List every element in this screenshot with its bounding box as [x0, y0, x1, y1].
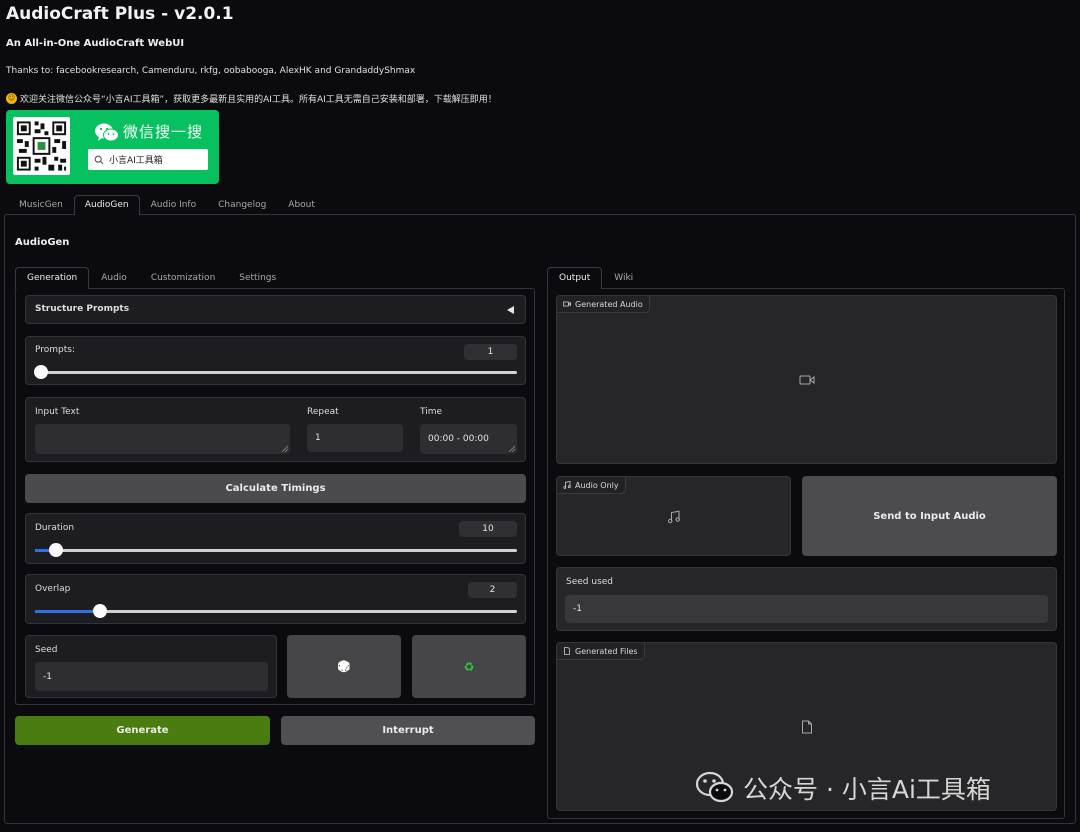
banner-search-box[interactable]: 小言AI工具箱: [88, 149, 208, 170]
video-icon: [563, 301, 571, 307]
wechat-watermark-icon: [695, 771, 734, 803]
wechat-banner[interactable]: 微信搜一搜 小言AI工具箱: [6, 110, 219, 184]
thanks-text: Thanks to: facebookresearch, Camenduru, …: [6, 66, 416, 76]
prompt-row-block: Input Text Repeat 1 Time 00:00 - 00:00: [25, 397, 526, 462]
file-placeholder-icon: [802, 720, 812, 734]
overlap-slider-track[interactable]: [35, 610, 517, 613]
tab-about[interactable]: About: [277, 195, 326, 215]
dice-icon: 🎲: [337, 660, 351, 673]
app-subtitle: An All-in-One AudioCraft WebUI: [6, 38, 185, 49]
overlap-label: Overlap: [35, 584, 71, 594]
seed-block: Seed -1: [25, 635, 277, 698]
generated-audio-chip: Generated Audio: [557, 296, 650, 313]
calculate-timings-button[interactable]: Calculate Timings: [25, 474, 526, 503]
output-panel: Generated Audio Audio Only Send to Input…: [547, 288, 1065, 819]
watermark: 公众号 · 小言Ai工具箱: [695, 770, 991, 806]
music-note-icon: [563, 481, 571, 489]
duration-slider-track[interactable]: [35, 549, 517, 552]
qr-code-icon: [13, 117, 70, 175]
right-tabbar: Output Wiki: [547, 267, 645, 289]
tab-musicgen[interactable]: MusicGen: [8, 195, 74, 215]
notice: ☺ 欢迎关注微信公众号“小言AI工具箱”，获取更多最新且实用的AI工具。所有AI…: [6, 92, 497, 105]
duration-label: Duration: [35, 523, 75, 533]
reuse-seed-button[interactable]: ♻: [412, 635, 526, 698]
generated-audio-block: Generated Audio: [556, 295, 1057, 464]
structure-prompts-accordion[interactable]: Structure Prompts: [25, 295, 526, 324]
smile-emoji-icon: ☺: [6, 93, 17, 104]
tab-output[interactable]: Output: [547, 267, 603, 289]
seed-input[interactable]: -1: [35, 662, 268, 691]
repeat-label: Repeat: [307, 407, 339, 417]
music-placeholder-icon: [668, 510, 680, 524]
resize-handle-icon[interactable]: [509, 446, 515, 452]
overlap-slider-block: Overlap 2: [25, 574, 526, 624]
banner-heading: 微信搜一搜: [123, 123, 204, 141]
tab-audio-info[interactable]: Audio Info: [140, 195, 207, 215]
audio-only-block: Audio Only: [556, 476, 791, 556]
send-to-input-audio-button[interactable]: Send to Input Audio: [802, 476, 1057, 556]
collapse-arrow-icon: [507, 306, 514, 314]
app-title: AudioCraft Plus - v2.0.1: [6, 4, 234, 24]
generated-audio-label: Generated Audio: [575, 299, 643, 309]
seed-used-block: Seed used -1: [556, 567, 1057, 631]
seed-label: Seed: [35, 645, 58, 655]
random-seed-button[interactable]: 🎲: [287, 635, 401, 698]
input-text-label: Input Text: [35, 407, 80, 417]
file-icon: [564, 647, 570, 655]
duration-slider-block: Duration 10: [25, 513, 526, 564]
tab-audiogen[interactable]: AudioGen: [73, 195, 140, 215]
prompts-slider-track[interactable]: [35, 371, 517, 374]
prompts-slider-thumb[interactable]: [34, 365, 48, 379]
duration-number-input[interactable]: 10: [459, 521, 517, 537]
section-title: AudioGen: [15, 237, 70, 248]
wechat-logo-icon: [95, 123, 119, 142]
overlap-number-input[interactable]: 2: [468, 582, 517, 598]
notice-text: 欢迎关注微信公众号“小言AI工具箱”，获取更多最新且实用的AI工具。所有AI工具…: [20, 95, 497, 105]
generated-files-label: Generated Files: [575, 646, 638, 656]
seed-used-field[interactable]: -1: [565, 595, 1048, 623]
prompts-slider-block: Prompts: 1: [25, 336, 526, 385]
time-input[interactable]: 00:00 - 00:00: [420, 424, 517, 454]
interrupt-button[interactable]: Interrupt: [281, 716, 535, 745]
left-tabbar: Generation Audio Customization Settings: [15, 267, 288, 289]
resize-handle-icon[interactable]: [282, 446, 288, 452]
search-icon: [94, 155, 104, 164]
overlap-slider-thumb[interactable]: [93, 604, 107, 618]
watermark-text: 公众号 · 小言Ai工具箱: [743, 775, 991, 804]
prompts-number-input[interactable]: 1: [464, 344, 517, 360]
tab-changelog[interactable]: Changelog: [207, 195, 277, 215]
generation-panel: Structure Prompts Prompts: 1 Input Text …: [15, 288, 535, 705]
repeat-input[interactable]: 1: [307, 424, 403, 452]
banner-search-text: 小言AI工具箱: [109, 156, 163, 166]
generated-files-chip: Generated Files: [557, 643, 645, 660]
structure-prompts-label: Structure Prompts: [35, 304, 130, 314]
tab-wiki[interactable]: Wiki: [602, 267, 645, 289]
tab-customization[interactable]: Customization: [139, 267, 227, 289]
time-label: Time: [420, 407, 443, 417]
overlap-slider-fill: [35, 610, 100, 613]
prompts-label: Prompts:: [35, 345, 76, 355]
audio-only-label: Audio Only: [575, 480, 619, 490]
recycle-icon: ♻: [463, 659, 475, 674]
audio-only-chip: Audio Only: [557, 477, 626, 494]
video-placeholder-icon: [799, 375, 815, 385]
input-text-field[interactable]: [35, 424, 290, 454]
top-tabbar: MusicGen AudioGen Audio Info Changelog A…: [8, 195, 326, 215]
duration-slider-thumb[interactable]: [49, 543, 63, 557]
tab-settings[interactable]: Settings: [227, 267, 288, 289]
generate-button[interactable]: Generate: [15, 716, 270, 745]
audiogen-panel: AudioGen Generation Audio Customization …: [4, 214, 1076, 824]
seed-used-label: Seed used: [566, 577, 614, 587]
tab-generation[interactable]: Generation: [15, 267, 90, 289]
tab-audio[interactable]: Audio: [89, 267, 139, 289]
